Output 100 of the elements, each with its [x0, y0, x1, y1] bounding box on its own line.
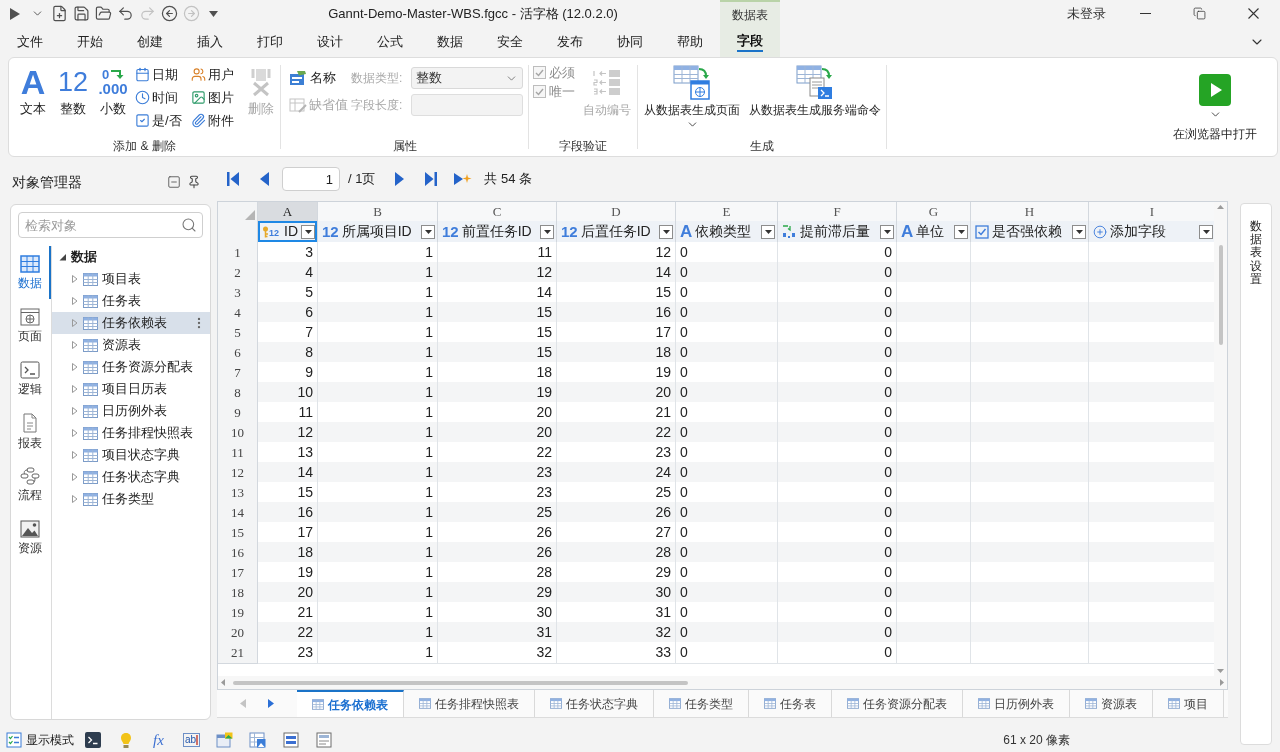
menu-tab[interactable]: 插入	[180, 27, 240, 57]
sheet-tab[interactable]: 任务依赖表	[297, 690, 404, 717]
category-tab[interactable]: 流程	[11, 458, 51, 511]
column-header[interactable]: 添加字段	[1089, 221, 1215, 243]
text-type-button[interactable]: A 文本	[13, 63, 53, 117]
time-button[interactable]: 时间	[135, 86, 191, 109]
column-letter[interactable]: H	[971, 202, 1089, 223]
column-letter[interactable]: G	[897, 202, 971, 223]
filter-dropdown-button[interactable]	[540, 224, 554, 239]
tree-item[interactable]: 资源表	[52, 334, 210, 356]
sheet-tab[interactable]: 项目	[1153, 690, 1224, 717]
column-header[interactable]: 12 ID	[258, 221, 318, 243]
menu-tab[interactable]: 设计	[300, 27, 360, 57]
category-tab[interactable]: 资源	[11, 511, 51, 564]
menu-tab[interactable]: 数据	[420, 27, 480, 57]
scrollbar-thumb[interactable]	[1218, 245, 1223, 345]
formula-button[interactable]: fx	[142, 730, 175, 750]
column-letter[interactable]: F	[778, 202, 897, 223]
tree-item[interactable]: 任务类型	[52, 488, 210, 510]
row-header[interactable]: 11	[218, 442, 258, 464]
yes-no-button[interactable]: 是/否	[135, 109, 191, 132]
row-header[interactable]: 8	[218, 382, 258, 404]
row-header[interactable]: 7	[218, 362, 258, 384]
sheet-tab[interactable]: 日历例外表	[963, 690, 1070, 717]
attachment-button[interactable]: 附件	[191, 109, 245, 132]
menu-tab[interactable]: 帮助	[660, 27, 720, 57]
filter-dropdown-button[interactable]	[954, 224, 968, 239]
row-header[interactable]: 18	[218, 582, 258, 604]
column-letter[interactable]: C	[438, 202, 557, 223]
sheet-tab[interactable]: 任务排程快照表	[404, 690, 535, 717]
column-header[interactable]: 提前滞后量	[778, 221, 897, 243]
integer-type-button[interactable]: 12 整数	[53, 63, 93, 117]
column-letter[interactable]: I	[1089, 202, 1215, 223]
row-header[interactable]: 13	[218, 482, 258, 504]
column-header[interactable]: 12 后置任务ID	[557, 221, 676, 243]
side-panel-tab[interactable]: 数据表设置	[1250, 220, 1262, 286]
row-header[interactable]: 9	[218, 402, 258, 424]
display-mode-button[interactable]: 显示模式	[6, 731, 76, 749]
menu-tab[interactable]: 打印	[240, 27, 300, 57]
category-tab[interactable]: 页面	[11, 299, 51, 352]
login-link[interactable]: 未登录	[1067, 0, 1118, 27]
decimal-type-button[interactable]: 0 .000 小数	[93, 63, 133, 117]
tree-item[interactable]: 项目日历表	[52, 378, 210, 400]
filter-dropdown-button[interactable]	[880, 224, 894, 239]
last-page-button[interactable]	[423, 171, 440, 187]
row-header[interactable]: 14	[218, 502, 258, 524]
sheet-tab[interactable]: 任务状态字典	[535, 690, 654, 717]
scrollbar-thumb[interactable]	[233, 680, 688, 685]
menu-tab[interactable]: 字段	[720, 27, 780, 57]
tree-item[interactable]: 任务资源分配表	[52, 356, 210, 378]
row-header[interactable]: 10	[218, 422, 258, 444]
menu-tab[interactable]: 文件	[0, 27, 60, 57]
search-field[interactable]: 检索对象	[18, 212, 203, 238]
row-header[interactable]: 4	[218, 302, 258, 324]
row-header[interactable]: 20	[218, 622, 258, 644]
row-header[interactable]: 5	[218, 322, 258, 344]
row-header[interactable]: 6	[218, 342, 258, 364]
tree-item[interactable]: 任务排程快照表	[52, 422, 210, 444]
row-header[interactable]: 2	[218, 262, 258, 284]
date-button[interactable]: 日期	[135, 63, 191, 86]
row-header[interactable]: 16	[218, 542, 258, 564]
filter-dropdown-button[interactable]	[421, 224, 435, 239]
sheet-tab[interactable]: 任务类型	[654, 690, 749, 717]
sheet-tab[interactable]: 资源表	[1070, 690, 1153, 717]
column-header[interactable]: A 依赖类型	[676, 221, 778, 243]
column-letter[interactable]: E	[676, 202, 778, 223]
name-button[interactable]: 名称	[289, 67, 351, 89]
tree-item[interactable]: 日历例外表	[52, 400, 210, 422]
menu-tab[interactable]: 安全	[480, 27, 540, 57]
menu-tab[interactable]: 公式	[360, 27, 420, 57]
tree-item[interactable]: 任务表	[52, 290, 210, 312]
first-page-button[interactable]	[225, 171, 241, 187]
filter-dropdown-button[interactable]	[1072, 224, 1086, 239]
filter-dropdown-button[interactable]	[761, 224, 775, 239]
row-header[interactable]: 12	[218, 462, 258, 484]
page-input[interactable]: 1	[282, 167, 340, 191]
tree-item[interactable]: 任务依赖表	[52, 312, 210, 334]
column-letter[interactable]: A	[258, 202, 318, 223]
column-letter[interactable]: B	[318, 202, 438, 223]
row-header[interactable]: 17	[218, 562, 258, 584]
menu-tab[interactable]: 协同	[600, 27, 660, 57]
tree-item[interactable]: 项目状态字典	[52, 444, 210, 466]
tree-item[interactable]: 任务状态字典	[52, 466, 210, 488]
row-header[interactable]: 1	[218, 242, 258, 264]
vertical-scrollbar[interactable]	[1214, 202, 1227, 676]
row-header[interactable]: 15	[218, 522, 258, 544]
filter-dropdown-button[interactable]	[659, 224, 673, 239]
new-record-button[interactable]	[452, 171, 473, 187]
menu-tab[interactable]: 发布	[540, 27, 600, 57]
column-header[interactable]: 12 前置任务ID	[438, 221, 557, 243]
filter-dropdown-button[interactable]	[1199, 224, 1213, 239]
column-letter[interactable]: D	[557, 202, 676, 223]
tree-item[interactable]: 项目表	[52, 268, 210, 290]
column-header[interactable]: 12 所属项目ID	[318, 221, 438, 243]
category-tab[interactable]: 逻辑	[11, 352, 51, 405]
row-header[interactable]: 3	[218, 282, 258, 304]
generate-page-button[interactable]: 从数据表生成页面	[642, 62, 742, 131]
generate-command-button[interactable]: 从数据表生成服务端命令	[746, 62, 884, 118]
menu-tab[interactable]: 创建	[120, 27, 180, 57]
horizontal-scrollbar[interactable]	[218, 676, 1227, 689]
